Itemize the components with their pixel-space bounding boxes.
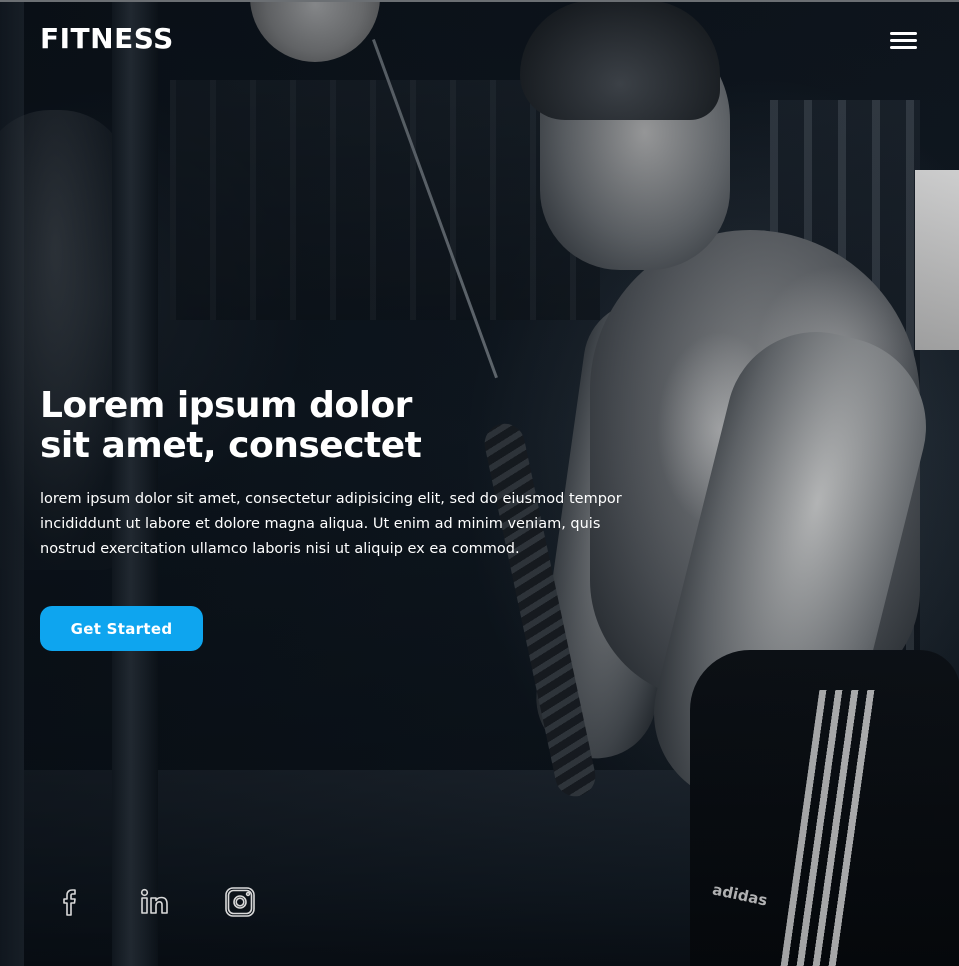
facebook-icon[interactable] xyxy=(54,884,90,920)
hero-title-line-2: sit amet, consectet xyxy=(40,425,422,466)
linkedin-icon[interactable] xyxy=(138,884,174,920)
instagram-icon[interactable] xyxy=(222,884,258,920)
hero-title: Lorem ipsum dolor sit amet, consectet xyxy=(40,386,560,466)
hero-description: lorem ipsum dolor sit amet, consectetur … xyxy=(40,491,622,557)
hamburger-menu-icon[interactable] xyxy=(889,28,919,54)
menu-bar xyxy=(890,46,917,49)
hero-title-line-1: Lorem ipsum dolor xyxy=(40,385,412,426)
landing-page: adidas FITNESS Lorem ipsum dolor sit ame… xyxy=(0,0,959,966)
brand-logo[interactable]: FITNESS xyxy=(40,22,174,55)
top-border xyxy=(0,0,959,2)
hero-overlay xyxy=(0,0,959,966)
menu-bar xyxy=(890,39,917,42)
menu-bar xyxy=(890,32,917,35)
get-started-button[interactable]: Get Started xyxy=(40,606,203,651)
